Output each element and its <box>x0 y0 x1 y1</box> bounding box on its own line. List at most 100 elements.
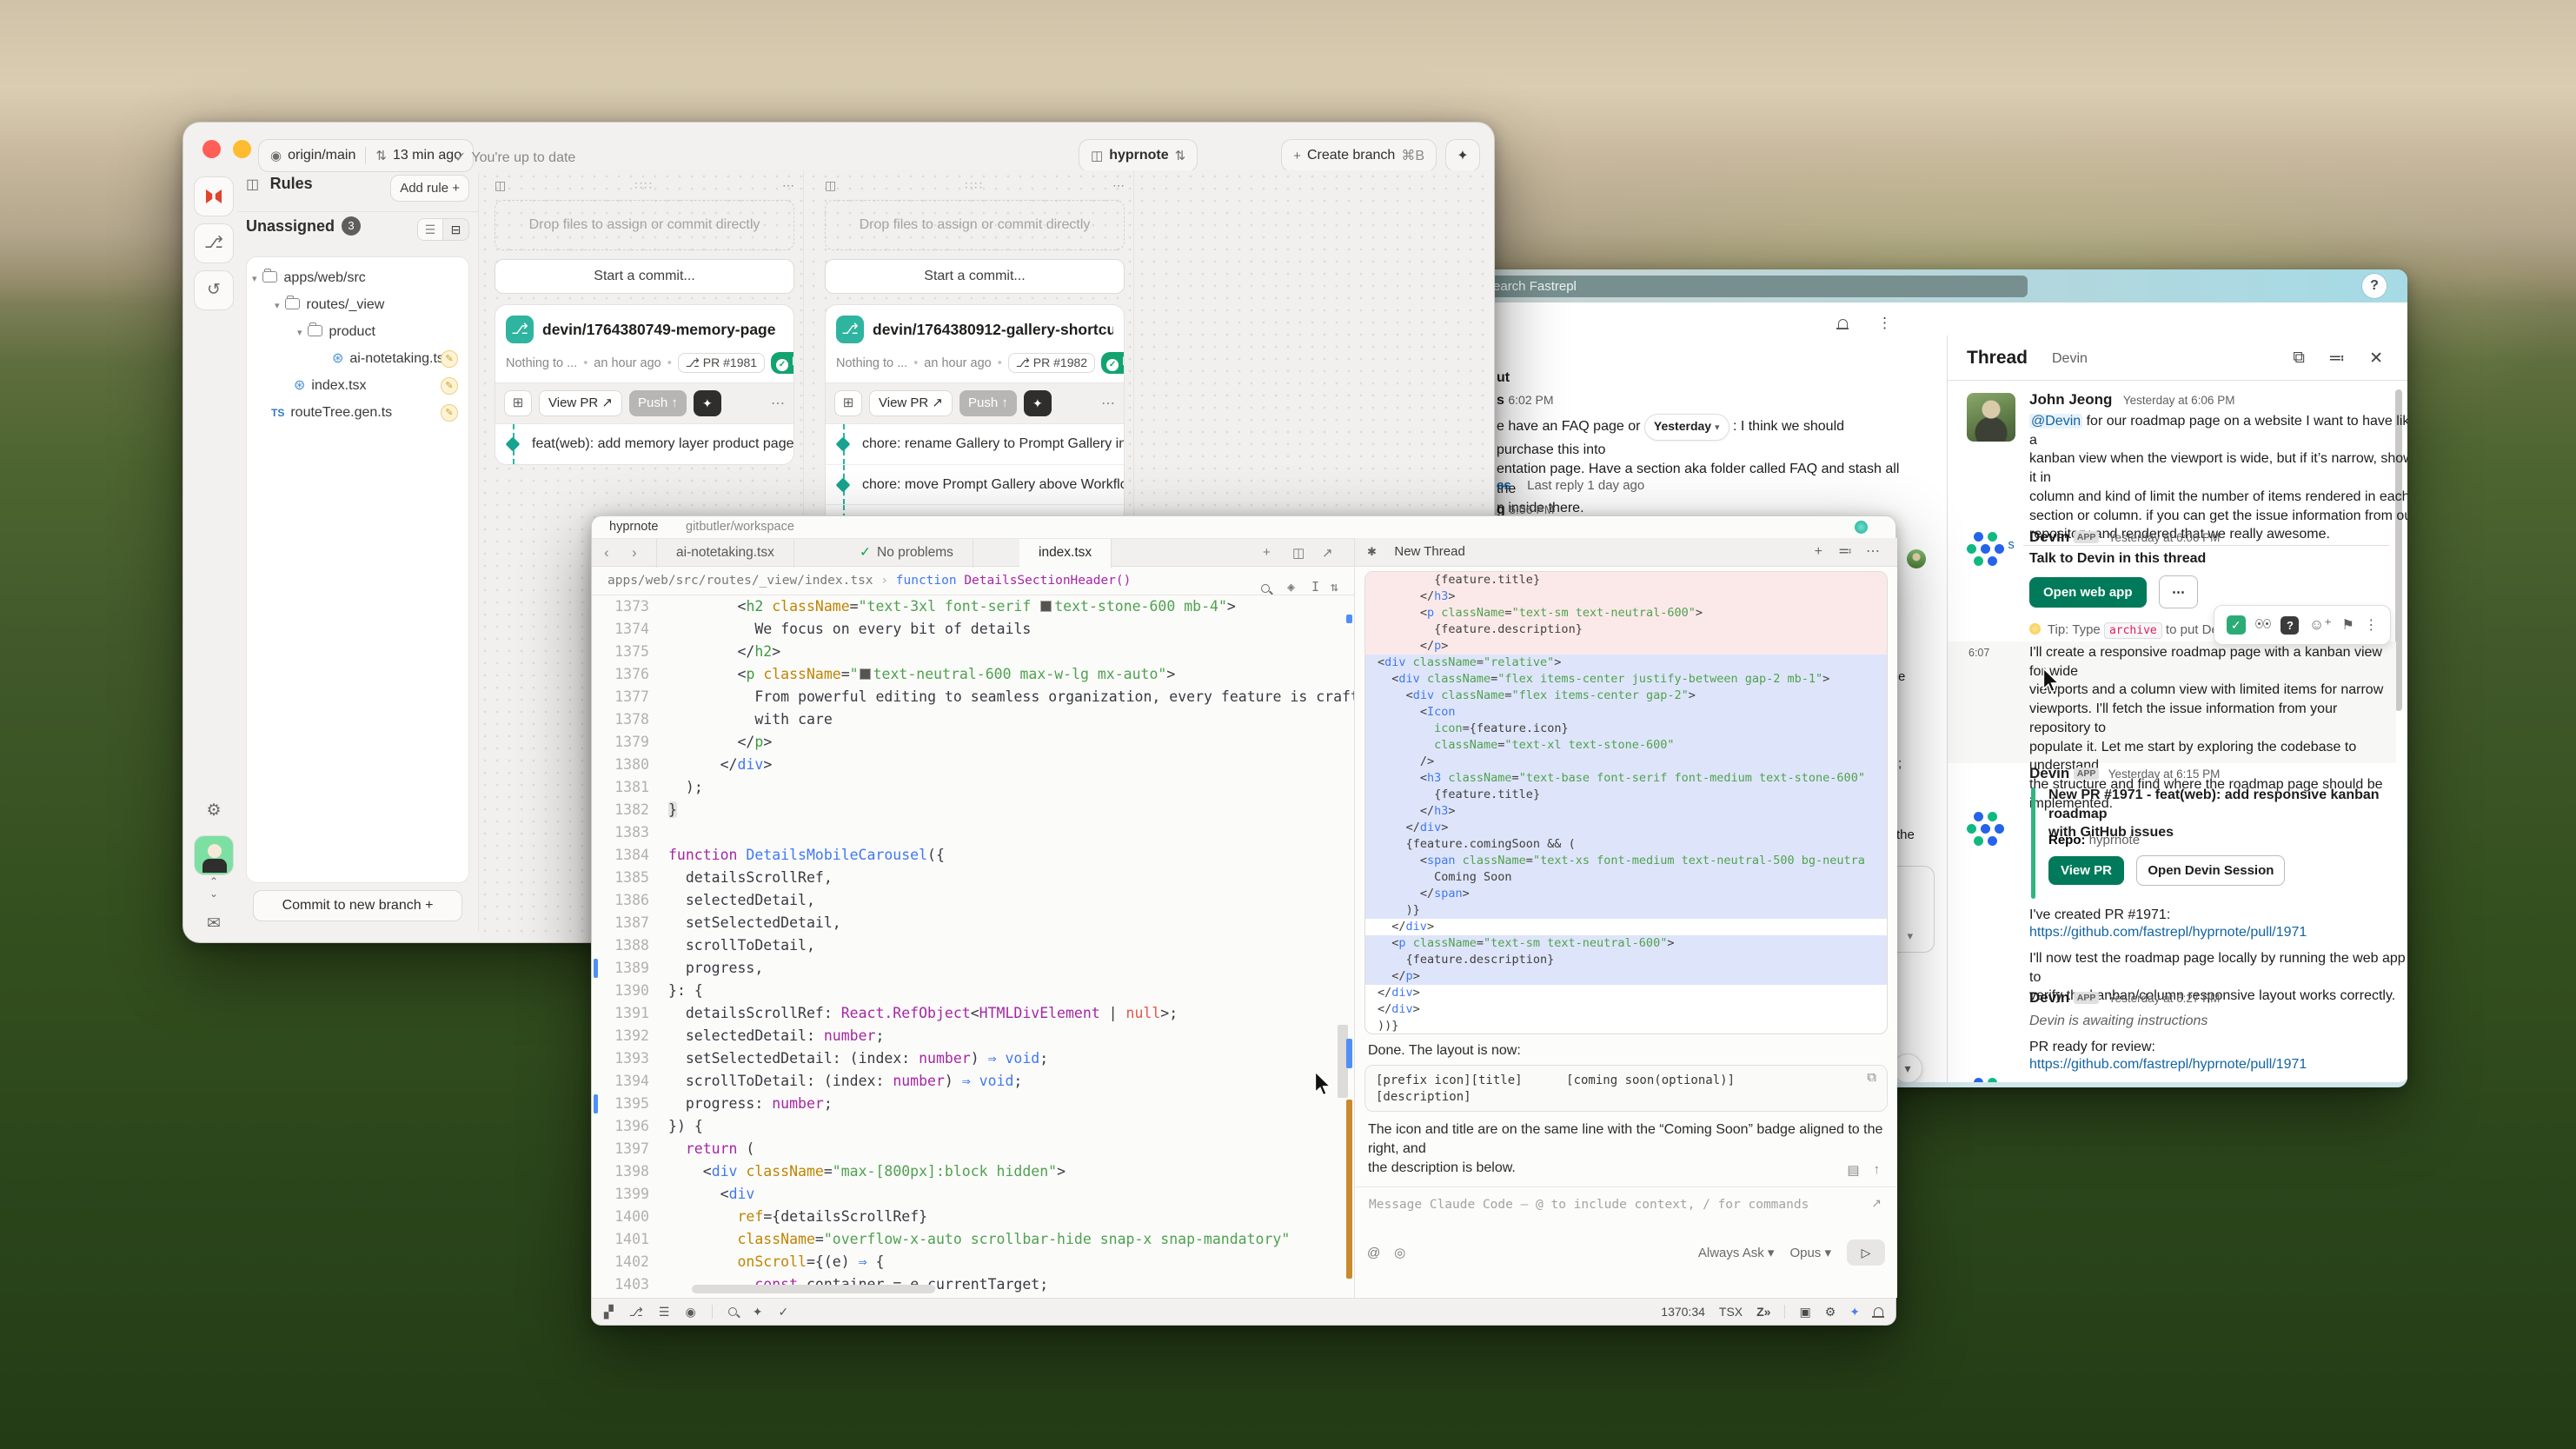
code-line[interactable]: 1389 progress, <box>592 957 1354 980</box>
new-thread-icon[interactable]: + <box>1815 538 1822 566</box>
timestamp[interactable]: 6:07 <box>1969 647 1989 659</box>
lane-drag-handle[interactable]: ∷∷ <box>836 178 1112 193</box>
avatar-devin[interactable] <box>1967 1076 2008 1087</box>
timestamp[interactable]: Yesterday at 6:15 PM <box>2108 768 2221 781</box>
pr-badge[interactable]: ⎇ PR #1982 <box>1008 353 1095 373</box>
cursor-position[interactable]: 1370:34 <box>1661 1305 1705 1319</box>
code-line[interactable]: 1384function DetailsMobileCarousel({ <box>592 844 1354 867</box>
code-line[interactable]: 1374 We focus on every bit of details <box>592 618 1354 641</box>
code-line[interactable]: 1397 return ( <box>592 1138 1354 1160</box>
close-icon[interactable]: ✕ <box>2369 349 2383 369</box>
tab-ai-notetaking[interactable]: ai-notetaking.tsx <box>656 539 794 568</box>
code-line[interactable]: 1386 selectedDetail, <box>592 889 1354 912</box>
user-name[interactable]: Devin <box>2029 765 2069 781</box>
split-pane-icon[interactable]: ◫ <box>1292 545 1305 561</box>
user-name[interactable]: Devin <box>2029 989 2069 1006</box>
tab-diagnostics[interactable]: ✓No problems <box>840 539 973 568</box>
language-mode[interactable]: TSX <box>1719 1305 1743 1319</box>
new-tab-icon[interactable]: + <box>1263 545 1271 560</box>
help-icon[interactable]: ? <box>2362 274 2387 298</box>
code-line[interactable]: 1380 </div> <box>592 754 1354 776</box>
list-view-toggle[interactable]: ☰ <box>417 218 443 241</box>
branch-ai-button[interactable]: ✦ <box>1024 390 1052 416</box>
branch-status-pill[interactable]: ◉ origin/main ⇅ 13 min ago <box>258 139 474 172</box>
code-line[interactable]: 1393 setSelectedDetail: (index: number) … <box>592 1047 1354 1070</box>
debug-icon[interactable]: ⚙ <box>1825 1305 1836 1319</box>
branch-ai-button[interactable]: ✦ <box>694 390 721 416</box>
add-reaction-icon[interactable]: ☺⁺ <box>2309 616 2332 634</box>
branch-name[interactable]: gitbutler/workspace <box>686 520 794 534</box>
code-line[interactable]: 1373 <h2 className="text-3xl font-serif … <box>592 595 1354 618</box>
timestamp[interactable]: Yesterday at 6:06 PM <box>2123 394 2235 407</box>
tree-item-ai-notetaking-tsx[interactable]: ⊛ai-notetaking.tsx✎ <box>252 345 463 372</box>
lane-kebab-icon[interactable]: ⋯ <box>782 178 794 193</box>
open-in-window-icon[interactable]: ⧉ <box>2293 349 2305 368</box>
outline-panel-icon[interactable]: ☰ <box>659 1305 670 1319</box>
avatar[interactable] <box>194 835 234 875</box>
project-name[interactable]: hyprnote <box>609 520 658 534</box>
dropzone[interactable]: Drop files to assign or commit directly <box>495 200 794 250</box>
view-pr-button[interactable]: View PR <box>2048 856 2124 885</box>
eyes-reaction-icon[interactable] <box>2255 617 2271 633</box>
code-line[interactable]: 1394 scrollToDetail: (index: number) ⇒ v… <box>592 1070 1354 1093</box>
start-commit-button[interactable]: Start a commit... <box>495 259 794 294</box>
project-panel-icon[interactable]: ▞ <box>604 1305 614 1319</box>
commit-row[interactable]: feat(web): add memory layer product page <box>495 424 793 464</box>
collab-panel-icon[interactable]: ◉ <box>685 1305 695 1319</box>
push-button[interactable]: Push ↑ <box>959 390 1017 416</box>
date-divider-pill[interactable]: Yesterday ▾ <box>1644 414 1730 441</box>
check-reaction-icon[interactable]: ✓ <box>2227 615 2246 635</box>
tree-item-routes-view[interactable]: ▾routes/_view <box>252 291 463 318</box>
editor-titlebar[interactable]: hyprnote gitbutler/workspace <box>592 516 1895 538</box>
tree-item-apps-web-src[interactable]: ▾apps/web/src <box>252 264 463 291</box>
pr-link[interactable]: https://github.com/fastrepl/hyprnote/pul… <box>2029 1057 2307 1073</box>
push-button[interactable]: Push ↑ <box>629 390 687 416</box>
scroll-up-icon[interactable]: ↑ <box>1874 1162 1881 1178</box>
tab-index[interactable]: index.tsx <box>1019 539 1112 568</box>
breadcrumb[interactable]: apps/web/src/routes/_view/index.tsx › fu… <box>592 567 1354 595</box>
collapse-lane-icon[interactable]: ◫ <box>495 178 506 193</box>
scrollbar-overview-ruler[interactable] <box>1336 595 1354 1298</box>
context-target-icon[interactable]: ◎ <box>1394 1245 1405 1260</box>
model-select[interactable]: Opus ▾ <box>1789 1245 1831 1260</box>
expand-icon[interactable]: ↗ <box>1322 545 1333 561</box>
timestamp[interactable]: Yesterday at 6:27 PM <box>2108 992 2221 1005</box>
tree-view-toggle[interactable]: ⊟ <box>443 218 469 241</box>
tree-item-index-tsx[interactable]: ⊛index.tsx✎ <box>252 372 463 399</box>
nav-forward-icon[interactable]: › <box>632 544 637 562</box>
pr-link[interactable]: https://github.com/fastrepl/hyprnote/pul… <box>2029 925 2307 941</box>
copy-icon[interactable]: ⧉ <box>1867 1070 1876 1085</box>
code-line[interactable]: 1399 <div <box>592 1183 1354 1206</box>
sidebar-item-history[interactable]: ↺ <box>194 270 234 310</box>
quick-actions-icon[interactable]: ✦ <box>753 1305 763 1319</box>
commit-row[interactable]: chore: rename Gallery to Prompt Gallery … <box>826 424 1124 464</box>
panel-kebab-icon[interactable]: ⋯ <box>1866 538 1880 566</box>
code-line[interactable]: 1387 setSelectedDetail, <box>592 912 1354 934</box>
git-panel-icon[interactable]: ⎇ <box>629 1305 643 1319</box>
code-line[interactable]: 1390}: { <box>592 980 1354 1002</box>
settings-gear-icon[interactable]: ⚙ <box>194 792 234 832</box>
zed-menu[interactable]: Z» <box>1756 1305 1770 1319</box>
code-line[interactable]: 1398 <div className="max-[800px]:block h… <box>592 1160 1354 1183</box>
create-branch-button[interactable]: +Create branch ⌘B <box>1281 139 1437 172</box>
code-line[interactable]: 1388 scrollToDetail, <box>592 934 1354 957</box>
code-line[interactable]: 1401 className="overflow-x-auto scrollba… <box>592 1228 1354 1251</box>
bookmark-icon[interactable]: ⚑ <box>2342 616 2354 634</box>
lane-kebab-icon[interactable]: ⋯ <box>1112 178 1125 193</box>
code-editor[interactable]: 1373 <h2 className="text-3xl font-serif … <box>592 595 1354 1298</box>
code-line[interactable]: 1395 progress: number; <box>592 1093 1354 1115</box>
notifications-bell-icon[interactable] <box>1838 315 1848 332</box>
mention[interactable]: @Devin <box>2029 414 2082 429</box>
scroll-to-bottom-button[interactable]: ▾ <box>1893 1054 1922 1083</box>
avatar-devin[interactable] <box>1967 810 2008 852</box>
branch-kebab-icon[interactable]: ⋯ <box>1101 395 1115 412</box>
tree-item-product[interactable]: ▾product <box>252 318 463 345</box>
collapse-lane-icon[interactable]: ◫ <box>825 178 836 193</box>
sidebar-item-workspace[interactable] <box>194 176 234 216</box>
feedback-mail-icon[interactable]: ✉ <box>194 905 234 945</box>
ci-status-badge[interactable]: ✓Passed <box>1101 352 1125 374</box>
workspace-switcher[interactable]: ◫ hyprnote ⇅ <box>1079 139 1198 172</box>
code-line[interactable]: 1391 detailsScrollRef: React.RefObject<H… <box>592 1002 1354 1025</box>
send-button[interactable]: ▷ <box>1847 1240 1885 1266</box>
code-line[interactable]: 1378 with care <box>592 708 1354 731</box>
